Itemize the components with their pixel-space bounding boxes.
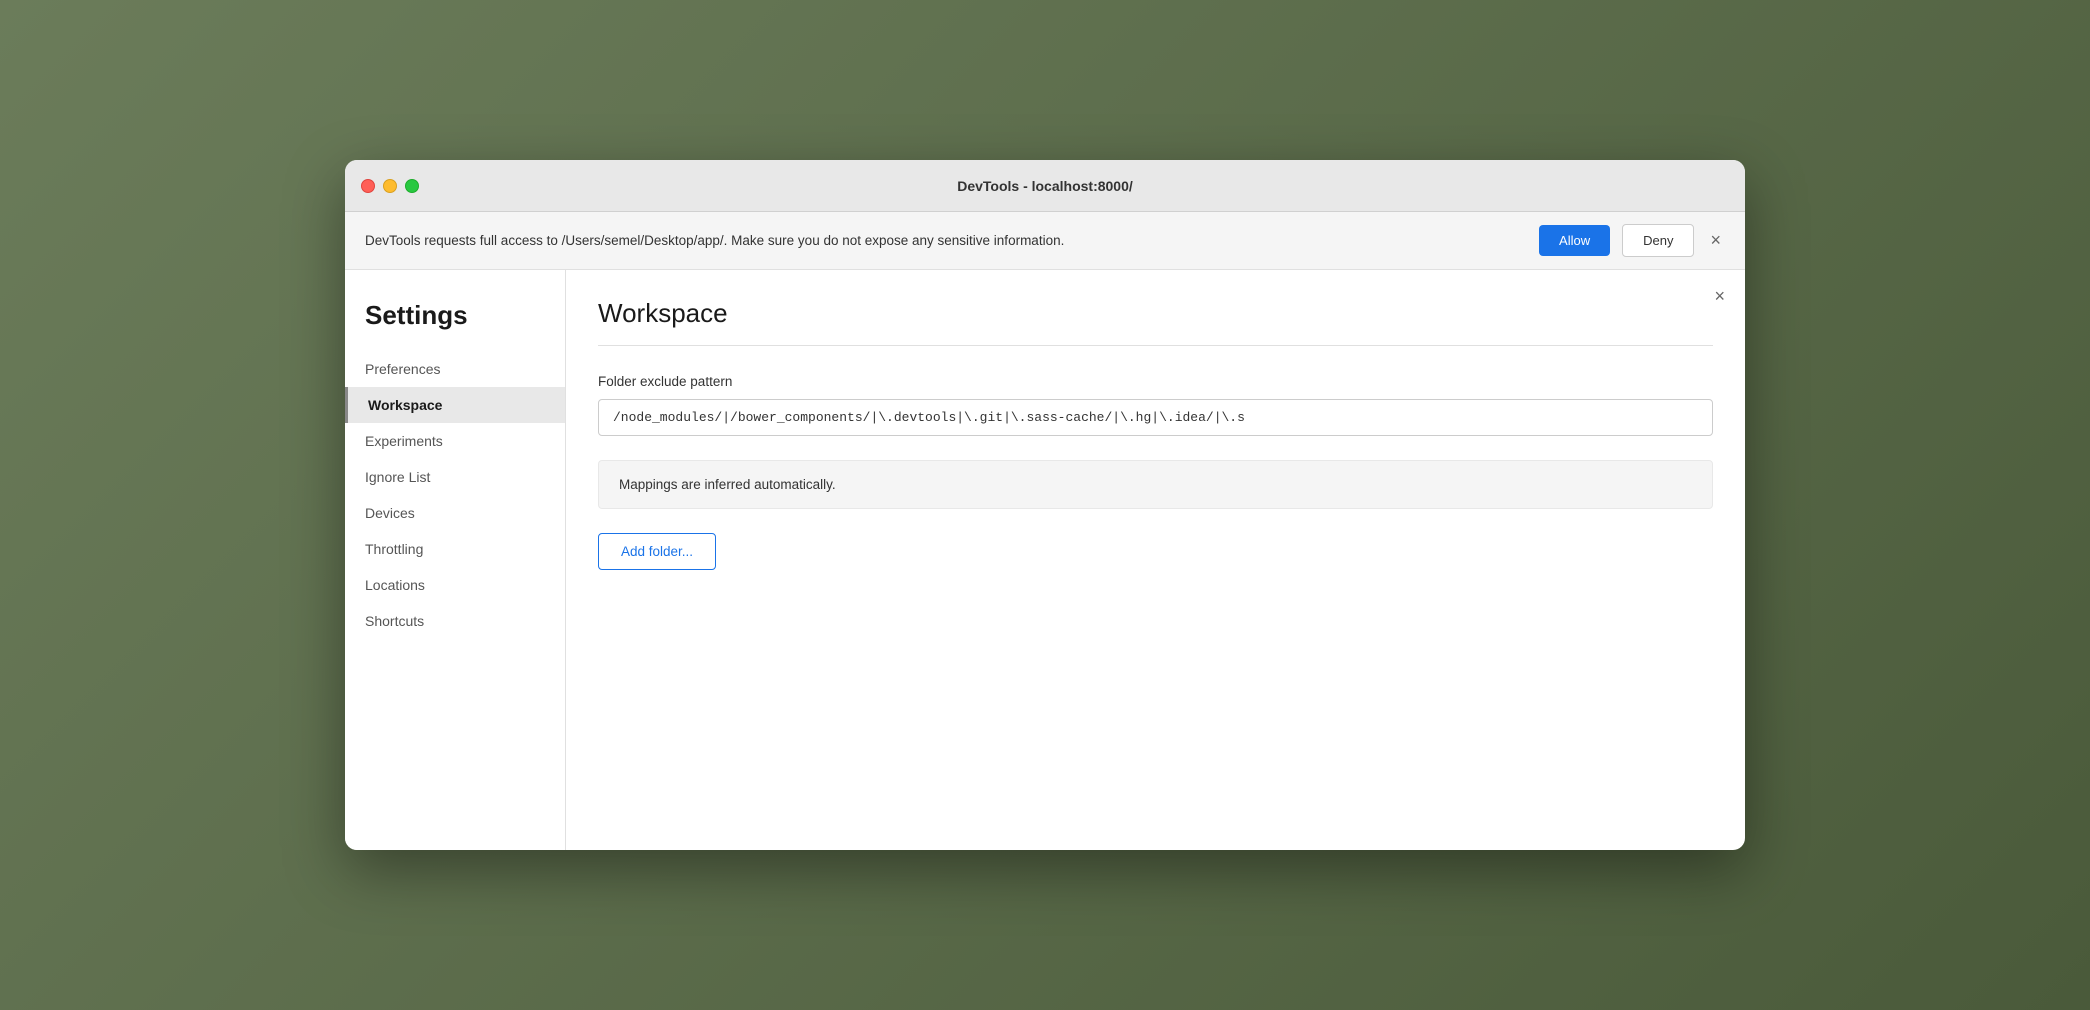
sidebar-item-throttling[interactable]: Throttling [345, 531, 565, 567]
sidebar-item-shortcuts[interactable]: Shortcuts [345, 603, 565, 639]
sidebar: Settings Preferences Workspace Experimen… [345, 270, 565, 850]
notification-bar: DevTools requests full access to /Users/… [345, 212, 1745, 270]
mappings-info-box: Mappings are inferred automatically. [598, 460, 1713, 509]
sidebar-item-experiments[interactable]: Experiments [345, 423, 565, 459]
window-title: DevTools - localhost:8000/ [957, 178, 1133, 194]
maximize-button[interactable] [405, 179, 419, 193]
sidebar-item-devices[interactable]: Devices [345, 495, 565, 531]
main-content: Settings Preferences Workspace Experimen… [345, 270, 1745, 850]
deny-button[interactable]: Deny [1622, 224, 1694, 257]
notification-text: DevTools requests full access to /Users/… [365, 233, 1527, 248]
sidebar-item-locations[interactable]: Locations [345, 567, 565, 603]
minimize-button[interactable] [383, 179, 397, 193]
sidebar-item-ignore-list[interactable]: Ignore List [345, 459, 565, 495]
mappings-info-text: Mappings are inferred automatically. [619, 477, 836, 492]
panel-title: Workspace [598, 298, 1713, 329]
settings-title: Settings [345, 290, 565, 351]
panel-divider [598, 345, 1713, 346]
panel-close-icon[interactable]: × [1714, 286, 1725, 307]
folder-exclude-label: Folder exclude pattern [598, 374, 1713, 389]
sidebar-item-workspace[interactable]: Workspace [345, 387, 565, 423]
devtools-window: DevTools - localhost:8000/ DevTools requ… [345, 160, 1745, 850]
folder-exclude-input[interactable] [598, 399, 1713, 436]
allow-button[interactable]: Allow [1539, 225, 1610, 256]
close-button[interactable] [361, 179, 375, 193]
window-controls [361, 179, 419, 193]
sidebar-item-preferences[interactable]: Preferences [345, 351, 565, 387]
notification-close-icon[interactable]: × [1706, 230, 1725, 251]
workspace-panel: × Workspace Folder exclude pattern Mappi… [565, 270, 1745, 850]
titlebar: DevTools - localhost:8000/ [345, 160, 1745, 212]
add-folder-button[interactable]: Add folder... [598, 533, 716, 570]
